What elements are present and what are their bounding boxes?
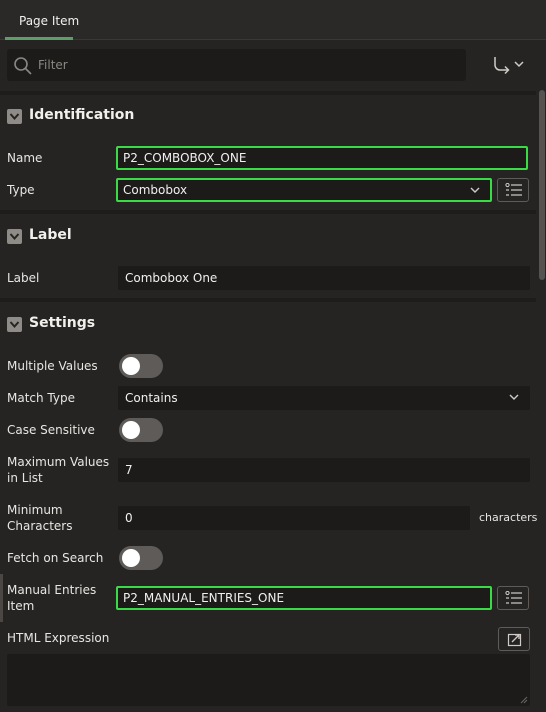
- max-values-field[interactable]: 7: [118, 458, 530, 482]
- scrollbar[interactable]: [538, 40, 546, 712]
- section-identification-header[interactable]: Identification: [0, 98, 536, 134]
- chevron-down-icon: [509, 394, 519, 400]
- manual-entries-value: P2_MANUAL_ENTRIES_ONE: [123, 591, 285, 605]
- min-chars-field[interactable]: 0: [118, 506, 470, 530]
- type-label: Type: [7, 183, 35, 197]
- modified-marker: [0, 574, 3, 622]
- max-values-label-line2: in List: [7, 471, 43, 485]
- section-divider: [0, 210, 536, 214]
- manual-entries-label-line2: Item: [7, 599, 35, 613]
- name-field[interactable]: P2_COMBOBOX_ONE: [116, 146, 528, 170]
- list-icon: [505, 591, 522, 604]
- match-type-label: Match Type: [7, 391, 75, 405]
- type-value: Combobox: [123, 183, 188, 197]
- multiple-values-toggle[interactable]: [119, 354, 163, 378]
- max-values-label-line1: Maximum Values: [7, 455, 110, 469]
- chevron-down-icon: [470, 187, 480, 193]
- name-label: Name: [7, 151, 43, 165]
- resize-handle-icon[interactable]: [520, 696, 528, 704]
- manual-entries-label-line1: Manual Entries: [7, 583, 97, 597]
- tab-page-item-label: Page Item: [19, 14, 80, 28]
- case-sensitive-label: Case Sensitive: [7, 423, 95, 437]
- collapse-toggle[interactable]: [7, 229, 22, 244]
- goto-group-icon: [494, 57, 524, 75]
- fetch-on-search-label: Fetch on Search: [7, 551, 104, 565]
- toggle-knob: [122, 357, 140, 375]
- fetch-on-search-toggle[interactable]: [119, 546, 163, 570]
- chevron-down-icon: [9, 113, 20, 121]
- tab-bar: Page Item: [0, 0, 546, 40]
- multiple-values-label: Multiple Values: [7, 359, 98, 373]
- name-value: P2_COMBOBOX_ONE: [123, 151, 247, 165]
- collapse-toggle[interactable]: [7, 317, 22, 332]
- active-tab-indicator: [5, 37, 73, 40]
- filter-input[interactable]: [38, 55, 438, 75]
- min-chars-value: 0: [125, 511, 133, 525]
- section-title: Identification: [29, 107, 135, 123]
- label-field[interactable]: Combobox One: [118, 266, 530, 290]
- section-settings-header[interactable]: Settings: [0, 306, 536, 342]
- html-expression-label: HTML Expression: [7, 631, 110, 645]
- match-type-select[interactable]: Contains: [118, 386, 530, 410]
- manual-entries-field[interactable]: P2_MANUAL_ENTRIES_ONE: [116, 586, 492, 610]
- html-expression-textarea[interactable]: [7, 654, 530, 706]
- list-icon: [505, 183, 522, 196]
- type-lov-button[interactable]: [497, 178, 529, 202]
- min-chars-label-line2: Characters: [7, 519, 73, 533]
- section-divider: [0, 91, 536, 95]
- filter-box: [7, 49, 466, 81]
- manual-entries-lov-button[interactable]: [497, 586, 529, 610]
- html-expression-expand-button[interactable]: [498, 627, 530, 651]
- section-label-header[interactable]: Label: [0, 218, 536, 254]
- section-title: Settings: [29, 315, 96, 331]
- search-icon: [14, 57, 32, 75]
- chevron-down-icon: [9, 321, 20, 329]
- case-sensitive-toggle[interactable]: [119, 418, 163, 442]
- label-value: Combobox One: [125, 271, 218, 285]
- match-type-value: Contains: [125, 391, 178, 405]
- max-values-value: 7: [125, 463, 133, 477]
- section-title: Label: [29, 227, 72, 243]
- tab-page-item[interactable]: Page Item: [5, 0, 79, 40]
- toggle-knob: [122, 421, 140, 439]
- scrollbar-thumb[interactable]: [539, 90, 545, 280]
- goto-group-button[interactable]: [490, 54, 530, 76]
- type-select[interactable]: Combobox: [116, 178, 492, 202]
- collapse-toggle[interactable]: [7, 109, 22, 124]
- min-chars-label-line1: Minimum: [7, 503, 63, 517]
- min-chars-suffix: characters: [479, 511, 538, 524]
- open-in-editor-icon: [507, 633, 522, 647]
- toggle-knob: [122, 549, 140, 567]
- label-label: Label: [7, 271, 40, 285]
- chevron-down-icon: [9, 233, 20, 241]
- section-divider: [0, 298, 536, 302]
